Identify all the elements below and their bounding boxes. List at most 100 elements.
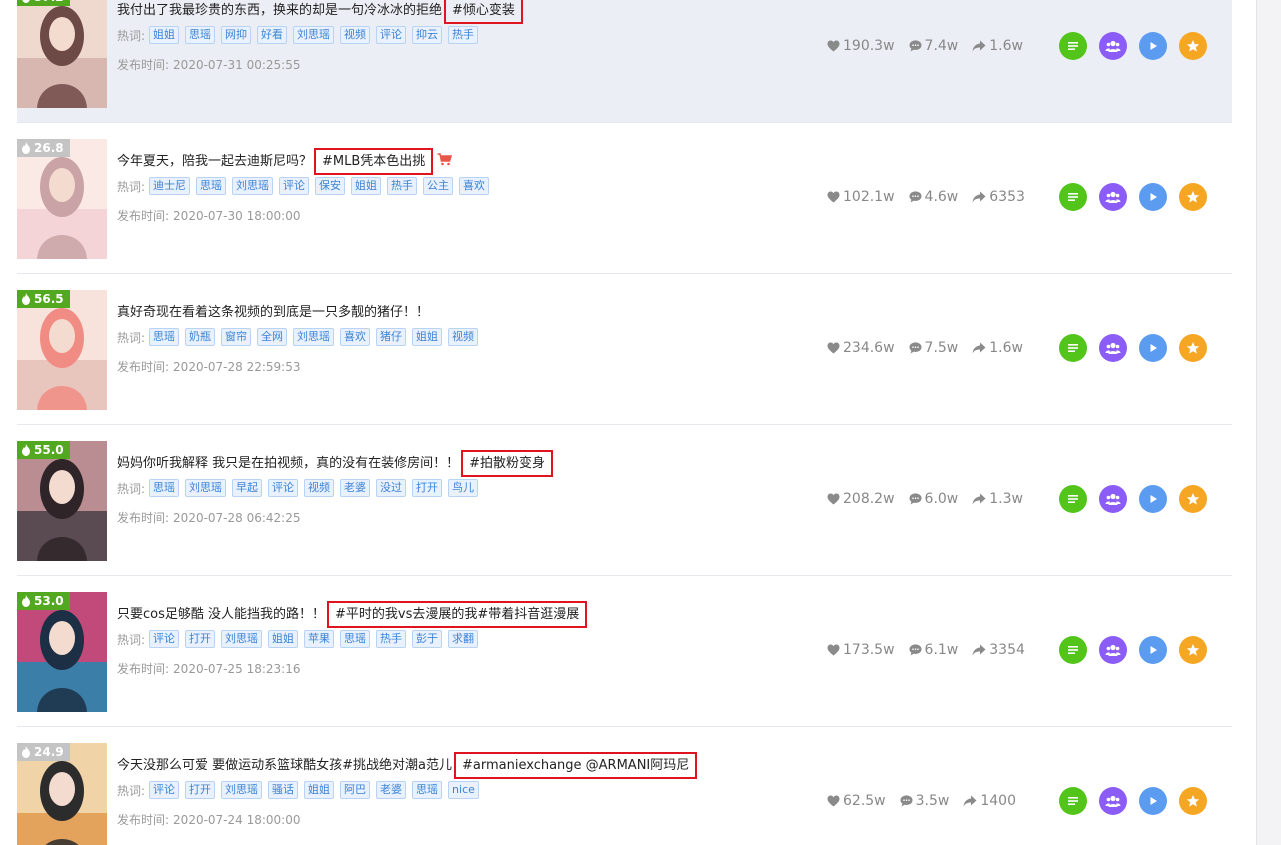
play-button[interactable] <box>1139 183 1167 211</box>
hot-word-tag[interactable]: 热手 <box>387 177 418 195</box>
hot-word-tag[interactable]: 评论 <box>268 479 299 497</box>
video-row[interactable]: 26.8 今年夏天，陪我一起去迪斯尼吗？ #MLB凭本色出挑 热词: 迪士尼 思瑶 刘思瑶评… <box>17 123 1232 274</box>
hot-word-tag[interactable]: 姐姐 <box>149 26 180 44</box>
play-button[interactable] <box>1139 787 1167 815</box>
fans-button[interactable] <box>1099 183 1127 211</box>
hot-word-tag[interactable]: 思瑶 <box>196 177 227 195</box>
play-button[interactable] <box>1139 636 1167 664</box>
video-title[interactable]: 我付出了我最珍贵的东西，换来的却是一句冷冰冰的拒绝 #倾心变装 <box>117 0 523 24</box>
video-thumbnail[interactable]: 55.0 <box>17 441 107 561</box>
video-title[interactable]: 今年夏天，陪我一起去迪斯尼吗？ #MLB凭本色出挑 <box>117 148 453 175</box>
favorite-button[interactable] <box>1179 183 1207 211</box>
hot-word-tag[interactable]: 视频 <box>304 479 335 497</box>
video-title[interactable]: 真好奇现在看着这条视频的到底是一只多靓的猪仔！！ <box>117 304 429 322</box>
video-row[interactable]: 55.0 妈妈你听我解释 我只是在拍视频，真的没有在装修房间！！ #拍散粉变身 热词:… <box>17 425 1232 576</box>
hot-word-tag[interactable]: 打开 <box>412 479 443 497</box>
fans-button[interactable] <box>1099 787 1127 815</box>
hot-word-tag[interactable]: 鸟儿 <box>448 479 479 497</box>
hot-word-tag[interactable]: 刘思瑶 <box>185 479 227 497</box>
hot-word-tag[interactable]: 没过 <box>376 479 407 497</box>
hot-word-tag[interactable]: nice <box>448 781 479 799</box>
hot-word-tag[interactable]: 骚话 <box>268 781 299 799</box>
play-button[interactable] <box>1139 485 1167 513</box>
hot-word-tag[interactable]: 迪士尼 <box>149 177 191 195</box>
favorite-button[interactable] <box>1179 334 1207 362</box>
hot-word-tag[interactable]: 姐姐 <box>304 781 335 799</box>
hot-word-tag[interactable]: 热手 <box>376 630 407 648</box>
hashtag-highlight[interactable]: #armaniexchange @ARMANI阿玛尼 <box>454 752 698 779</box>
hot-word-tag[interactable]: 阿巴 <box>340 781 371 799</box>
hot-word-tag[interactable]: 热手 <box>448 26 479 44</box>
play-button[interactable] <box>1139 334 1167 362</box>
hot-word-tag[interactable]: 思瑶 <box>149 328 180 346</box>
hot-word-tag[interactable]: 求翻 <box>448 630 479 648</box>
hot-word-tag[interactable]: 网抑 <box>221 26 252 44</box>
hashtag-highlight[interactable]: #平时的我vs去漫展的我#带着抖音逛漫展 <box>327 601 588 628</box>
details-button[interactable] <box>1059 32 1087 60</box>
hot-word-tag[interactable]: 视频 <box>448 328 479 346</box>
hot-word-tag[interactable]: 苹果 <box>304 630 335 648</box>
fans-button[interactable] <box>1099 485 1127 513</box>
hashtag-highlight[interactable]: #拍散粉变身 <box>461 450 554 477</box>
hot-word-tag[interactable]: 思瑶 <box>412 781 443 799</box>
hot-word-tag[interactable]: 评论 <box>149 630 180 648</box>
hot-word-tag[interactable]: 姐姐 <box>268 630 299 648</box>
video-title[interactable]: 妈妈你听我解释 我只是在拍视频，真的没有在装修房间！！ #拍散粉变身 <box>117 450 554 477</box>
fans-button[interactable] <box>1099 334 1127 362</box>
fans-button[interactable] <box>1099 32 1127 60</box>
hot-word-tag[interactable]: 喜欢 <box>340 328 371 346</box>
hot-word-tag[interactable]: 评论 <box>376 26 407 44</box>
hot-word-tag[interactable]: 奶瓶 <box>185 328 216 346</box>
details-button[interactable] <box>1059 787 1087 815</box>
hot-word-tag[interactable]: 抑云 <box>412 26 443 44</box>
hashtag-highlight[interactable]: #MLB凭本色出挑 <box>314 148 434 175</box>
hot-word-tag[interactable]: 刘思瑶 <box>221 781 263 799</box>
hot-word-tag[interactable]: 全网 <box>257 328 288 346</box>
video-row[interactable]: 53.0 只要cos足够酷 没人能挡我的路！！ #平时的我vs去漫展的我#带着抖音逛… <box>17 576 1232 727</box>
hot-word-tag[interactable]: 思瑶 <box>340 630 371 648</box>
details-button[interactable] <box>1059 636 1087 664</box>
hot-word-tag[interactable]: 打开 <box>185 630 216 648</box>
hot-word-tag[interactable]: 公主 <box>423 177 454 195</box>
hot-word-tag[interactable]: 好看 <box>257 26 288 44</box>
hot-word-tag[interactable]: 猪仔 <box>376 328 407 346</box>
video-title[interactable]: 今天没那么可爱 要做运动系篮球酷女孩#挑战绝对潮a范儿 #armaniexchan… <box>117 752 698 779</box>
details-button[interactable] <box>1059 183 1087 211</box>
video-row[interactable]: 57.2 我付出了我最珍贵的东西，换来的却是一句冷冰冰的拒绝#倾心变装热词:姐姐思… <box>17 0 1232 123</box>
fans-button[interactable] <box>1099 636 1127 664</box>
hot-word-tag[interactable]: 窗帘 <box>221 328 252 346</box>
video-row[interactable]: 56.5 真好奇现在看着这条视频的到底是一只多靓的猪仔！！ 热词: 思瑶 奶瓶 窗帘 全网刘… <box>17 274 1232 425</box>
hot-word-tag[interactable]: 喜欢 <box>459 177 490 195</box>
hot-word-tag[interactable]: 刘思瑶 <box>232 177 274 195</box>
hot-word-tag[interactable]: 评论 <box>149 781 180 799</box>
video-row[interactable]: 24.9 今天没那么可爱 要做运动系篮球酷女孩#挑战绝对潮a范儿 #armaniex… <box>17 727 1232 845</box>
video-title[interactable]: 只要cos足够酷 没人能挡我的路！！ #平时的我vs去漫展的我#带着抖音逛漫展 <box>117 601 588 628</box>
hot-word-tag[interactable]: 视频 <box>340 26 371 44</box>
favorite-button[interactable] <box>1179 787 1207 815</box>
hot-word-tag[interactable]: 保安 <box>315 177 346 195</box>
video-thumbnail[interactable]: 53.0 <box>17 592 107 712</box>
shopping-cart-icon[interactable] <box>437 153 453 172</box>
details-button[interactable] <box>1059 485 1087 513</box>
scrollbar[interactable] <box>1256 0 1281 845</box>
hot-word-tag[interactable]: 姐姐 <box>351 177 382 195</box>
hot-word-tag[interactable]: 彭于 <box>412 630 443 648</box>
video-thumbnail[interactable]: 56.5 <box>17 290 107 410</box>
video-thumbnail[interactable]: 57.2 <box>17 0 107 108</box>
hot-word-tag[interactable]: 早起 <box>232 479 263 497</box>
favorite-button[interactable] <box>1179 32 1207 60</box>
favorite-button[interactable] <box>1179 636 1207 664</box>
video-thumbnail[interactable]: 24.9 <box>17 743 107 845</box>
favorite-button[interactable] <box>1179 485 1207 513</box>
hot-word-tag[interactable]: 思瑶 <box>185 26 216 44</box>
hot-word-tag[interactable]: 老婆 <box>376 781 407 799</box>
hot-word-tag[interactable]: 思瑶 <box>149 479 180 497</box>
hot-word-tag[interactable]: 刘思瑶 <box>221 630 263 648</box>
hot-word-tag[interactable]: 打开 <box>185 781 216 799</box>
hot-word-tag[interactable]: 姐姐 <box>412 328 443 346</box>
hot-word-tag[interactable]: 评论 <box>279 177 310 195</box>
video-thumbnail[interactable]: 26.8 <box>17 139 107 259</box>
hot-word-tag[interactable]: 刘思瑶 <box>293 328 335 346</box>
details-button[interactable] <box>1059 334 1087 362</box>
play-button[interactable] <box>1139 32 1167 60</box>
